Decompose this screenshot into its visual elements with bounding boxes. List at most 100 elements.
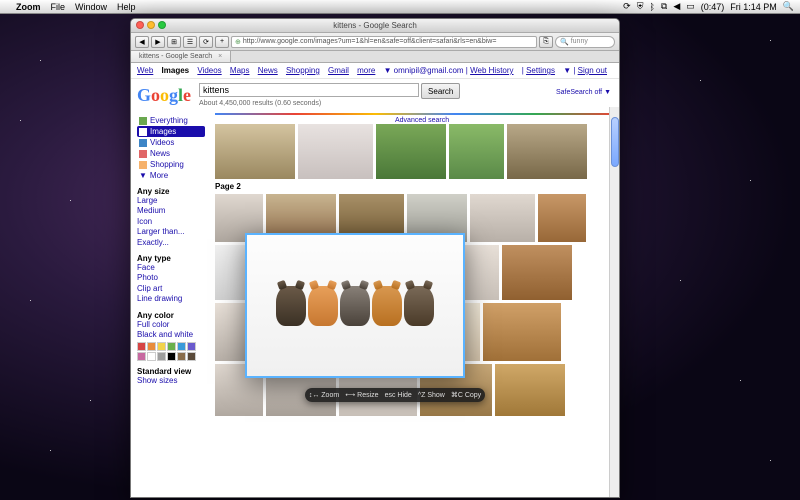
sidebar-cat-news[interactable]: News bbox=[137, 148, 205, 159]
wifi-icon[interactable]: ⧉ bbox=[661, 1, 667, 12]
nav-gmail[interactable]: Gmail bbox=[328, 66, 349, 75]
filter-size-large[interactable]: Large bbox=[137, 196, 205, 206]
hide-hint: esc Hide bbox=[385, 392, 412, 399]
image-result[interactable] bbox=[483, 303, 561, 361]
filter-size-medium[interactable]: Medium bbox=[137, 206, 205, 216]
filter-view-heading: Standard view bbox=[137, 367, 205, 376]
safesearch-toggle[interactable]: SafeSearch off ▼ bbox=[556, 89, 611, 96]
color-swatch[interactable] bbox=[187, 352, 196, 361]
filter-type-face[interactable]: Face bbox=[137, 263, 205, 273]
address-bar[interactable]: ⊕ http://www.google.com/images?um=1&hl=e… bbox=[231, 36, 537, 48]
color-swatch[interactable] bbox=[147, 342, 156, 351]
browser-search-field[interactable]: 🔍 funny bbox=[555, 36, 615, 48]
zoom-preview[interactable] bbox=[245, 233, 465, 378]
sync-icon[interactable]: ⟳ bbox=[623, 1, 631, 12]
color-swatch[interactable] bbox=[167, 342, 176, 351]
scrollbar-handle[interactable] bbox=[611, 117, 619, 167]
settings-link[interactable]: Settings bbox=[526, 66, 555, 75]
nav-videos[interactable]: Videos bbox=[197, 66, 221, 75]
image-result[interactable] bbox=[502, 245, 572, 300]
nav-maps[interactable]: Maps bbox=[230, 66, 250, 75]
browser-tab[interactable]: kittens - Google Search × bbox=[131, 51, 231, 62]
filter-size-exactly[interactable]: Exactly... bbox=[137, 238, 205, 248]
window-zoom-button[interactable] bbox=[158, 21, 166, 29]
sidebar-cat-videos[interactable]: Videos bbox=[137, 137, 205, 148]
app-menu[interactable]: Zoom bbox=[16, 2, 41, 12]
filter-type-photo[interactable]: Photo bbox=[137, 273, 205, 283]
sidebar-cat-everything[interactable]: Everything bbox=[137, 115, 205, 126]
color-swatch[interactable] bbox=[177, 352, 186, 361]
color-swatch[interactable] bbox=[147, 352, 156, 361]
nav-web[interactable]: Web bbox=[137, 66, 153, 75]
filter-size-icon[interactable]: Icon bbox=[137, 217, 205, 227]
color-bar bbox=[215, 113, 615, 115]
image-result[interactable] bbox=[215, 124, 295, 179]
color-swatch[interactable] bbox=[157, 342, 166, 351]
web-history-link[interactable]: Web History bbox=[470, 66, 513, 75]
filter-size-heading: Any size bbox=[137, 187, 205, 196]
volume-icon[interactable]: ◀︎ bbox=[673, 1, 680, 12]
nav-shopping[interactable]: Shopping bbox=[286, 66, 320, 75]
scrollbar[interactable] bbox=[609, 107, 619, 497]
image-result[interactable] bbox=[376, 124, 446, 179]
bluetooth-icon[interactable]: ᛒ bbox=[649, 2, 654, 12]
browser-toolbar: ◀ ▶ ⊞ ☰ ⟳ + ⊕ http://www.google.com/imag… bbox=[131, 33, 619, 51]
image-result[interactable] bbox=[495, 364, 565, 416]
search-button[interactable]: Search bbox=[421, 83, 460, 99]
filter-size-larger[interactable]: Larger than... bbox=[137, 227, 205, 237]
nav-news[interactable]: News bbox=[258, 66, 278, 75]
window-title: kittens - Google Search bbox=[333, 21, 417, 30]
toolbar-button[interactable]: ☰ bbox=[183, 36, 197, 48]
filter-color-bw[interactable]: Black and white bbox=[137, 330, 205, 340]
image-result[interactable] bbox=[449, 124, 504, 179]
window-minimize-button[interactable] bbox=[147, 21, 155, 29]
reader-button[interactable]: ⎘ bbox=[539, 36, 553, 48]
sidebar-cat-images[interactable]: Images bbox=[137, 126, 205, 137]
window-close-button[interactable] bbox=[136, 21, 144, 29]
image-result[interactable] bbox=[507, 124, 587, 179]
search-input[interactable] bbox=[199, 83, 419, 97]
nav-images[interactable]: Images bbox=[162, 66, 190, 75]
window-menu[interactable]: Window bbox=[75, 2, 107, 12]
help-menu[interactable]: Help bbox=[117, 2, 136, 12]
filter-color-heading: Any color bbox=[137, 311, 205, 320]
toolbar-button[interactable]: ⊞ bbox=[167, 36, 181, 48]
result-stats: About 4,450,000 results (0.60 seconds) bbox=[199, 100, 460, 107]
google-logo[interactable]: Google bbox=[137, 85, 191, 106]
zoom-hint: ↕↔ Zoom bbox=[309, 392, 339, 399]
image-result[interactable] bbox=[538, 194, 586, 242]
sign-out-link[interactable]: Sign out bbox=[578, 66, 607, 75]
spotlight-icon[interactable]: 🔍 bbox=[783, 1, 794, 12]
close-tab-icon[interactable]: × bbox=[218, 53, 222, 60]
forward-button[interactable]: ▶ bbox=[151, 36, 165, 48]
zoomed-image bbox=[247, 235, 463, 376]
color-swatch[interactable] bbox=[187, 342, 196, 351]
filter-type-clipart[interactable]: Clip art bbox=[137, 284, 205, 294]
filter-type-linedrawing[interactable]: Line drawing bbox=[137, 294, 205, 304]
advanced-search-link[interactable]: Advanced search bbox=[395, 117, 449, 124]
sidebar-cat-shopping[interactable]: Shopping bbox=[137, 159, 205, 170]
color-swatch[interactable] bbox=[157, 352, 166, 361]
reload-button[interactable]: ⟳ bbox=[199, 36, 213, 48]
color-swatch[interactable] bbox=[177, 342, 186, 351]
sidebar-cat-more[interactable]: ▼ More bbox=[137, 170, 205, 181]
color-swatch[interactable] bbox=[137, 342, 146, 351]
shield-icon[interactable]: ⛨ bbox=[637, 1, 644, 12]
google-top-nav: Web Images Videos Maps News Shopping Gma… bbox=[131, 63, 619, 79]
clock[interactable]: Fri 1:14 PM bbox=[730, 2, 777, 12]
add-button[interactable]: + bbox=[215, 36, 229, 48]
file-menu[interactable]: File bbox=[51, 2, 66, 12]
battery-icon[interactable]: ▭ bbox=[686, 1, 695, 12]
filter-show-sizes[interactable]: Show sizes bbox=[137, 376, 205, 386]
nav-more[interactable]: more bbox=[357, 66, 375, 75]
color-swatches bbox=[137, 342, 205, 361]
image-result[interactable] bbox=[470, 194, 535, 242]
filter-color-full[interactable]: Full color bbox=[137, 320, 205, 330]
search-sidebar: Everything Images Videos News Shopping ▼… bbox=[131, 111, 211, 421]
color-swatch[interactable] bbox=[167, 352, 176, 361]
color-swatch[interactable] bbox=[137, 352, 146, 361]
image-result[interactable] bbox=[298, 124, 373, 179]
account-email[interactable]: omnipil@gmail.com bbox=[394, 66, 464, 75]
back-button[interactable]: ◀ bbox=[135, 36, 149, 48]
window-titlebar[interactable]: kittens - Google Search bbox=[131, 19, 619, 33]
